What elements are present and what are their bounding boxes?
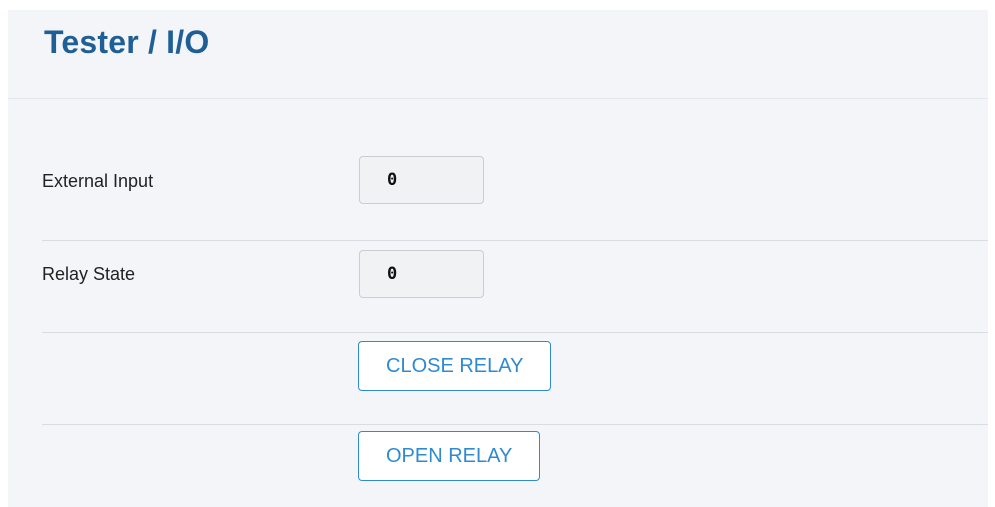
- row-divider: [42, 332, 988, 333]
- close-relay-row: CLOSE RELAY: [42, 341, 988, 393]
- page-header: Tester / I/O: [8, 10, 988, 99]
- tester-io-panel: Tester / I/O External Input 0 Relay Stat…: [8, 10, 988, 507]
- row-divider: [42, 424, 988, 425]
- close-relay-button[interactable]: CLOSE RELAY: [358, 341, 552, 391]
- relay-state-label: Relay State: [42, 264, 136, 284]
- page-title: Tester / I/O: [44, 24, 210, 60]
- external-input-value: 0: [359, 156, 484, 204]
- row-divider: [42, 240, 988, 241]
- relay-state-value: 0: [359, 250, 484, 298]
- open-relay-row: OPEN RELAY: [42, 431, 988, 483]
- open-relay-button[interactable]: OPEN RELAY: [358, 431, 541, 481]
- external-input-row: External Input 0: [42, 156, 988, 208]
- relay-state-row: Relay State 0: [42, 250, 988, 302]
- external-input-label: External Input: [42, 171, 154, 191]
